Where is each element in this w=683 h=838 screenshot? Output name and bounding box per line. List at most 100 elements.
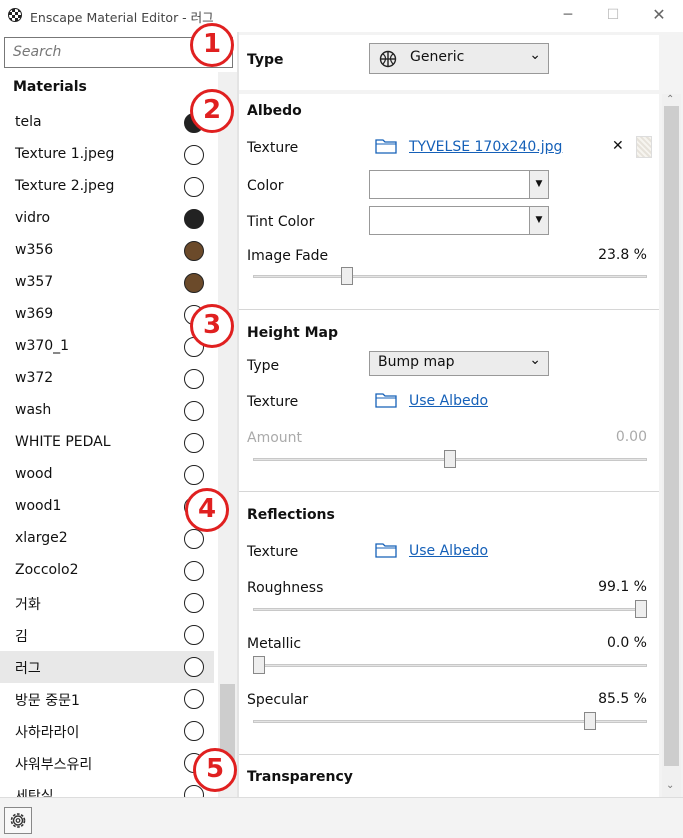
image-fade-label: Image Fade bbox=[247, 248, 329, 264]
material-swatch bbox=[184, 241, 204, 261]
type-dropdown[interactable]: Generic ⌄ bbox=[369, 43, 549, 74]
material-name: 러그 bbox=[15, 661, 41, 677]
material-name: Zoccolo2 bbox=[15, 562, 79, 578]
materials-scrollbar[interactable] bbox=[218, 72, 237, 797]
material-name: 거화 bbox=[15, 597, 41, 613]
scroll-up-icon[interactable]: ⌃ bbox=[666, 94, 674, 105]
material-swatch bbox=[184, 273, 204, 293]
material-swatch bbox=[184, 625, 204, 645]
section-divider bbox=[239, 309, 659, 310]
chevron-down-icon: ⌄ bbox=[529, 352, 541, 368]
dropdown-arrow-icon[interactable]: ▼ bbox=[529, 171, 548, 198]
material-swatch bbox=[184, 561, 204, 581]
material-row[interactable]: tela bbox=[0, 107, 214, 139]
annotation-badge-4: 4 bbox=[185, 488, 229, 532]
roughness-slider[interactable] bbox=[253, 608, 647, 611]
scroll-down-icon[interactable]: ⌄ bbox=[666, 780, 674, 791]
material-row[interactable]: w357 bbox=[0, 267, 214, 299]
metallic-slider-thumb[interactable] bbox=[253, 656, 265, 674]
height-map-texture-link[interactable]: Use Albedo bbox=[409, 393, 488, 409]
material-name: w372 bbox=[15, 370, 54, 386]
image-fade-slider-thumb[interactable] bbox=[340, 267, 353, 285]
material-row[interactable]: Zoccolo2 bbox=[0, 555, 214, 587]
maximize-button[interactable]: ☐ bbox=[595, 3, 631, 27]
material-row[interactable]: wash bbox=[0, 395, 214, 427]
albedo-texture-link[interactable]: TYVELSE 170x240.jpg bbox=[409, 139, 562, 155]
height-map-type-value: Bump map bbox=[378, 354, 455, 370]
folder-icon[interactable] bbox=[375, 392, 397, 408]
bottom-bar bbox=[0, 797, 683, 838]
color-picker[interactable]: ▼ bbox=[369, 170, 549, 199]
materials-list: tela Texture 1.jpeg Texture 2.jpeg vidro w35… bbox=[0, 107, 218, 797]
texture-thumbnail bbox=[636, 136, 652, 158]
properties-panel: Type Generic ⌄ Albedo Texture TYVELSE 17… bbox=[239, 32, 683, 797]
properties-scrollbar-thumb[interactable] bbox=[664, 106, 679, 766]
height-map-texture-label: Texture bbox=[247, 394, 299, 410]
material-row[interactable]: w369 bbox=[0, 299, 214, 331]
folder-icon[interactable] bbox=[375, 542, 397, 558]
material-name: wood bbox=[15, 466, 53, 482]
material-row[interactable]: wood1 bbox=[0, 491, 214, 523]
material-row[interactable]: Texture 1.jpeg bbox=[0, 139, 214, 171]
material-row[interactable]: Texture 2.jpeg bbox=[0, 171, 214, 203]
material-swatch bbox=[184, 209, 204, 229]
material-row[interactable]: 샤워부스유리 bbox=[0, 747, 214, 779]
specular-label: Specular bbox=[247, 692, 309, 708]
material-row[interactable]: w356 bbox=[0, 235, 214, 267]
close-button[interactable]: ✕ bbox=[641, 3, 677, 27]
material-name: wood1 bbox=[15, 498, 62, 514]
material-name: w356 bbox=[15, 242, 54, 258]
material-row[interactable]: 거화 bbox=[0, 587, 214, 619]
specular-value: 85.5 % bbox=[598, 691, 647, 707]
material-row[interactable]: w370_1 bbox=[0, 331, 214, 363]
material-name: WHITE PEDAL bbox=[15, 434, 111, 450]
image-fade-slider[interactable] bbox=[253, 275, 647, 278]
material-row[interactable]: 러그 bbox=[0, 651, 214, 683]
material-name: wash bbox=[15, 402, 52, 418]
material-row[interactable]: wood bbox=[0, 459, 214, 491]
height-map-type-dropdown[interactable]: Bump map ⌄ bbox=[369, 351, 549, 376]
material-swatch bbox=[184, 401, 204, 421]
dropdown-arrow-icon[interactable]: ▼ bbox=[529, 207, 548, 234]
albedo-texture-label: Texture bbox=[247, 140, 299, 156]
section-divider bbox=[239, 491, 659, 492]
material-name: tela bbox=[15, 114, 42, 130]
height-map-header: Height Map bbox=[247, 325, 338, 341]
material-name: w357 bbox=[15, 274, 54, 290]
metallic-slider[interactable] bbox=[253, 664, 647, 667]
material-row[interactable]: 사하라라이 bbox=[0, 715, 214, 747]
material-row[interactable]: w372 bbox=[0, 363, 214, 395]
type-section: Type Generic ⌄ bbox=[239, 35, 659, 90]
material-row[interactable]: xlarge2 bbox=[0, 523, 214, 555]
reflections-texture-label: Texture bbox=[247, 544, 299, 560]
section-divider bbox=[239, 754, 659, 755]
specular-slider-thumb[interactable] bbox=[583, 712, 596, 730]
material-row[interactable]: 세탁실 bbox=[0, 779, 214, 797]
material-swatch bbox=[184, 689, 204, 709]
globe-icon bbox=[379, 50, 397, 68]
image-fade-value: 23.8 % bbox=[598, 247, 647, 263]
material-row[interactable]: 김 bbox=[0, 619, 214, 651]
material-row[interactable]: vidro bbox=[0, 203, 214, 235]
material-name: Texture 2.jpeg bbox=[15, 178, 115, 194]
material-properties: Albedo Texture TYVELSE 170x240.jpg ✕ Col… bbox=[239, 94, 659, 797]
reflections-texture-link[interactable]: Use Albedo bbox=[409, 543, 488, 559]
clear-texture-icon[interactable]: ✕ bbox=[612, 138, 624, 154]
minimize-button[interactable]: ─ bbox=[550, 3, 586, 27]
material-name: 방문 중문1 bbox=[15, 693, 80, 709]
reflections-header: Reflections bbox=[247, 507, 335, 523]
annotation-badge-2: 2 bbox=[190, 89, 234, 133]
tint-color-picker[interactable]: ▼ bbox=[369, 206, 549, 235]
material-name: vidro bbox=[15, 210, 51, 226]
folder-icon[interactable] bbox=[375, 138, 397, 154]
amount-value: 0.00 bbox=[615, 429, 647, 445]
material-row[interactable]: 방문 중문1 bbox=[0, 683, 214, 715]
search-placeholder: Search bbox=[13, 44, 62, 60]
settings-button[interactable] bbox=[4, 807, 32, 834]
app-logo-icon bbox=[8, 8, 22, 22]
roughness-slider-thumb[interactable] bbox=[635, 600, 647, 618]
material-row[interactable]: WHITE PEDAL bbox=[0, 427, 214, 459]
properties-scrollbar[interactable]: ⌃ ⌄ bbox=[662, 94, 681, 797]
material-swatch bbox=[184, 529, 204, 549]
transparency-header: Transparency bbox=[247, 769, 353, 785]
